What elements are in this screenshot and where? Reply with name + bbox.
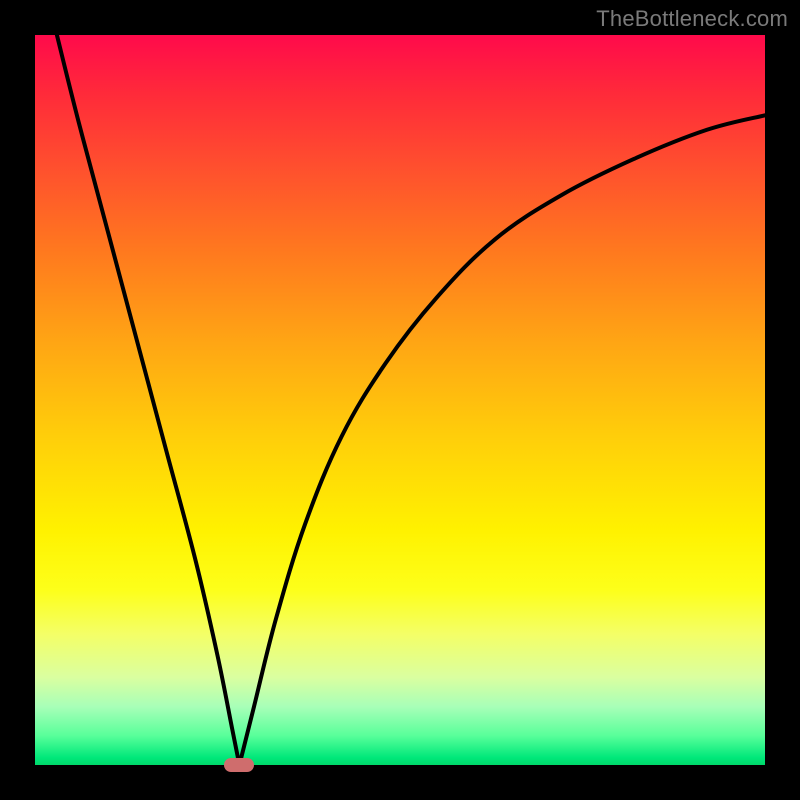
curve-left-branch [57, 35, 240, 765]
minimum-marker [224, 758, 254, 772]
chart-frame: TheBottleneck.com [0, 0, 800, 800]
watermark-text: TheBottleneck.com [596, 6, 788, 32]
plot-area [35, 35, 765, 765]
curve-layer [35, 35, 765, 765]
curve-right-branch [239, 115, 765, 765]
